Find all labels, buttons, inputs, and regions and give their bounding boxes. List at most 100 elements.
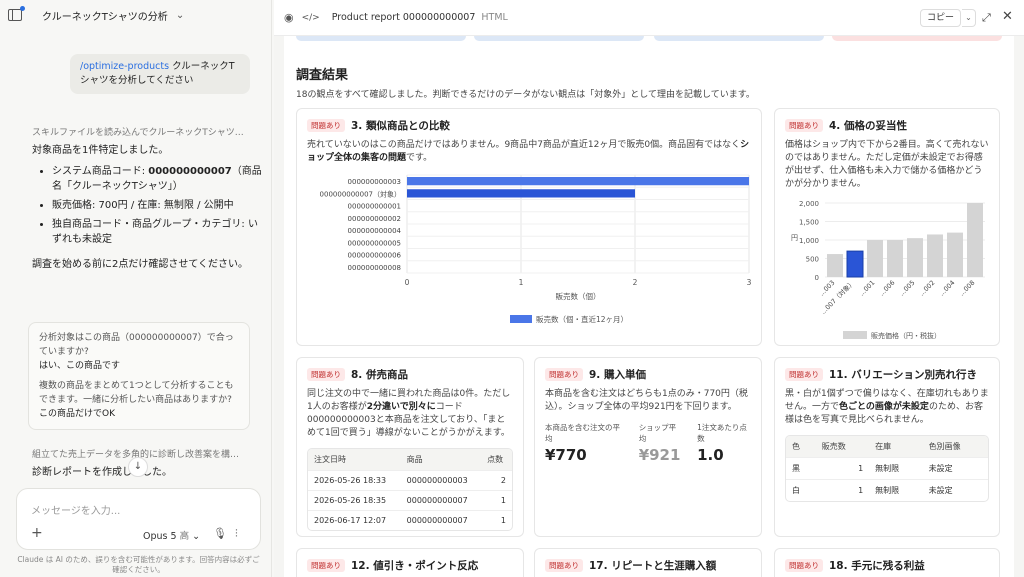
list-item: システム商品コード: 000000000007（商品名「クルーネックTシャツ」）: [52, 164, 262, 194]
metric: 本商品を含む注文の平均 ¥770: [545, 422, 623, 464]
y-tick-label: 000000000007（対象）: [320, 189, 401, 198]
qa-answer: この商品だけでOK: [39, 409, 115, 419]
card-text: 同じ注文の中で一緒に買われた商品は0件。ただし1人のお客様が2分違いで別々にコー…: [307, 389, 511, 438]
table-cell: 1: [815, 479, 870, 501]
table-cell: 無制限: [869, 479, 923, 501]
assistant-bullet-list: システム商品コード: 000000000007（商品名「クルーネックTシャツ」）…: [32, 164, 262, 247]
finding-card-11: 問題あり 11. バリエーション別売れ行き 黒・白が1個ずつで偏りはなく、在庫切…: [774, 357, 1000, 537]
table-cell: 000000000007: [400, 510, 482, 530]
table-cell: 000000000007: [400, 490, 482, 511]
expand-icon[interactable]: ⤢: [982, 11, 991, 25]
bar: [967, 203, 983, 277]
y-tick-label: 1,500: [799, 219, 819, 227]
scroll-down-button[interactable]: ↓: [128, 457, 148, 477]
bar: [846, 250, 864, 278]
status-badge: 問題あり: [785, 118, 823, 132]
card-title: 18. 手元に残る利益: [829, 559, 925, 572]
skill-command: /optimize-products: [80, 61, 170, 72]
sidebar-toggle-icon[interactable]: [8, 6, 25, 21]
y-tick-label: 500: [806, 256, 819, 264]
table-cell: 無制限: [869, 457, 923, 480]
legend-swatch: [843, 331, 867, 339]
table-row: 2026-05-26 18:33 000000000003 2: [308, 470, 512, 491]
metric: 1注文あたり点数 1.0: [697, 422, 751, 464]
legend-label: 販売価格（円・税抜）: [871, 331, 941, 340]
qa-question: 複数の商品をまとめて1つとして分析することもできます。一緒に分析したい商品はあり…: [39, 381, 234, 405]
table-cell: 未設定: [922, 479, 988, 501]
x-axis-label: 販売数（個）: [556, 291, 601, 301]
chat-panel: クルーネックTシャツの分析 ⌄ /optimize-products クルーネッ…: [0, 0, 272, 577]
table-row: 2026-06-17 12:07 000000000007 1: [308, 510, 512, 530]
chat-topbar: クルーネックTシャツの分析 ⌄: [0, 0, 271, 30]
disclaimer: Claude は AI のため、誤りを含む可能性があります。回答内容は必ずご確認…: [17, 555, 260, 574]
metric-label: ショップ平均: [638, 423, 677, 443]
eye-icon[interactable]: ◉: [284, 11, 294, 24]
tool-status-line[interactable]: スキルファイルを読み込んでクルーネックTシャツ…: [32, 125, 244, 138]
metric: ショップ平均 ¥921: [639, 422, 681, 464]
summary-card: [654, 36, 824, 41]
user-message: /optimize-products クルーネックTシャツを分析してください: [70, 54, 250, 94]
y-tick-label: 000000000003: [348, 178, 401, 186]
table-cell: 1: [481, 510, 512, 530]
y-tick-label: 000000000004: [348, 227, 402, 235]
section-description: 18の観点をすべて確認しました。判断できるだけのデータがない観点は「対象外」とし…: [296, 90, 755, 100]
summary-card: [832, 36, 1002, 41]
report-toolbar: ◉ </> Product report 000000000007 HTML コ…: [274, 0, 1024, 36]
card-text: 本商品を含む注文はどちらも1点のみ・770円（税込）。ショップ全体の平均921円…: [545, 389, 748, 412]
card-text: 価格はショップ内で下から2番目。高くて売れないのではありません。ただし定価が未設…: [785, 140, 989, 189]
chevron-down-icon[interactable]: ⌄: [176, 10, 184, 21]
table-cell: 黒: [786, 457, 816, 480]
y-tick-label: 1,000: [799, 237, 819, 245]
summary-card: [474, 36, 644, 41]
status-badge: 問題あり: [785, 367, 823, 381]
bar: [947, 232, 963, 277]
copy-button[interactable]: コピー: [920, 9, 962, 27]
table-row: 2026-05-26 18:35 000000000007 1: [308, 490, 512, 511]
metric-value: 1.0: [697, 446, 724, 464]
card-title: 4. 価格の妥当性: [829, 119, 907, 132]
legend-swatch: [510, 315, 532, 323]
x-tick-label: 2: [633, 278, 638, 287]
bar: [907, 238, 923, 277]
bar: [927, 234, 943, 277]
plus-icon[interactable]: +: [31, 525, 43, 541]
table-header: 色別画像: [922, 436, 988, 458]
y-tick-label: 000000000001: [348, 203, 401, 211]
x-tick-label: ...004: [938, 279, 957, 298]
voice-wave-icon[interactable]: ⫶: [235, 527, 238, 541]
mic-icon[interactable]: 🎙: [213, 527, 227, 540]
report-type: HTML: [481, 12, 508, 23]
close-icon[interactable]: ✕: [1002, 9, 1013, 24]
sales-volume-bar-chart: 0 1 2 3 000000000003 000000000007（対象） 00000000…: [320, 174, 752, 324]
report-title: Product report 000000000007: [331, 12, 476, 23]
x-tick-label: ...005: [898, 279, 917, 298]
table-cell: 白: [786, 479, 816, 501]
chevron-down-icon[interactable]: ⌄: [962, 9, 976, 27]
message-input[interactable]: メッセージを入力...: [31, 502, 120, 517]
status-badge: 問題あり: [545, 367, 583, 381]
list-item: 販売価格: 700円 / 在庫: 無制限 / 公開中: [52, 198, 262, 213]
status-badge: 問題あり: [307, 118, 345, 132]
x-tick-label: ...002: [918, 279, 937, 298]
message-composer[interactable]: メッセージを入力... + Opus 5 高 ⌄ 🎙 ⫶: [16, 488, 261, 550]
model-selector[interactable]: Opus 5 高 ⌄: [143, 528, 200, 542]
y-axis-label: 円: [791, 234, 798, 242]
code-icon[interactable]: </>: [302, 13, 320, 23]
metric-label: 1注文あたり点数: [697, 423, 747, 443]
assistant-message: 対象商品を1件特定しました。 システム商品コード: 000000000007（商…: [32, 143, 262, 272]
finding-card-3: 問題あり 3. 類似商品との比較 売れていないのはこの商品だけではありません。9…: [296, 108, 762, 346]
table-cell: 1: [481, 490, 512, 511]
x-tick-label: ...007（対象）: [819, 278, 857, 316]
status-badge: 問題あり: [307, 558, 345, 572]
y-tick-label: 000000000008: [348, 264, 401, 272]
table-cell: 000000000003: [400, 470, 482, 491]
metric-label: 本商品を含む注文の平均: [545, 423, 620, 443]
finding-card-18: 問題あり 18. 手元に残る利益: [774, 548, 1000, 577]
table-header: 色: [786, 436, 816, 458]
chat-title[interactable]: クルーネックTシャツの分析: [42, 8, 168, 23]
bar: [827, 254, 843, 277]
y-tick-label: 000000000002: [348, 215, 401, 223]
table-header: 在庫: [869, 436, 923, 458]
x-tick-label: ...001: [858, 279, 877, 298]
x-tick-label: ...008: [958, 279, 977, 298]
